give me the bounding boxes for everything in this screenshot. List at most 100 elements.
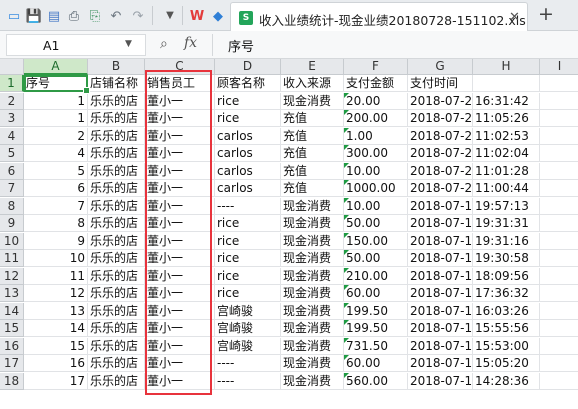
cell-b2[interactable]: 乐乐的店 [88,92,145,110]
zoom-search-icon[interactable]: ⌕ [160,36,168,52]
cell-d13[interactable]: rice [215,285,281,302]
column-header-i[interactable]: I [540,59,578,75]
cell-c10[interactable]: 董小一 [145,232,215,250]
cell-h8[interactable]: 19:57:13 [473,197,540,215]
cell-a16[interactable]: 15 [24,337,88,355]
cell-f11[interactable]: 50.00 [344,250,408,267]
cell-a3[interactable]: 1 [24,110,88,127]
cell-e2[interactable]: 现金消费 [281,92,344,110]
cell-e16[interactable]: 现金消费 [281,337,344,355]
cell-a6[interactable]: 5 [24,162,88,180]
cell-i10[interactable] [540,232,578,250]
cell-c9[interactable]: 董小一 [145,215,215,232]
cell-a14[interactable]: 13 [24,302,88,320]
chevron-down-icon[interactable]: ▼ [125,39,132,49]
row-header-13[interactable]: 13 [0,285,24,302]
cell-e12[interactable]: 现金消费 [281,267,344,285]
cell-b16[interactable]: 乐乐的店 [88,337,145,355]
cell-f6[interactable]: 10.00 [344,162,408,180]
cell-a2[interactable]: 1 [24,92,88,110]
cell-c5[interactable]: 董小一 [145,145,215,162]
cell-f15[interactable]: 199.50 [344,320,408,337]
cell-e10[interactable]: 现金消费 [281,232,344,250]
cell-d7[interactable]: carlos [215,180,281,197]
cell-h6[interactable]: 11:01:28 [473,162,540,180]
export-icon[interactable]: ⎘ [87,8,103,24]
cell-i17[interactable] [540,355,578,372]
cell-f12[interactable]: 210.00 [344,267,408,285]
cell-d14[interactable]: 宫崎骏 [215,302,281,320]
cell-a17[interactable]: 16 [24,355,88,372]
undo-icon[interactable]: ↶ [108,8,124,24]
row-header-3[interactable]: 3 [0,110,24,127]
cell-h12[interactable]: 18:09:56 [473,267,540,285]
cell-b17[interactable]: 乐乐的店 [88,355,145,372]
column-header-e[interactable]: E [281,59,344,75]
column-header-h[interactable]: H [473,59,540,75]
cell-e6[interactable]: 充值 [281,162,344,180]
cell-d15[interactable]: 宫崎骏 [215,320,281,337]
row-header-2[interactable]: 2 [0,92,24,110]
cell-b9[interactable]: 乐乐的店 [88,215,145,232]
cell-e5[interactable]: 充值 [281,145,344,162]
new-file-icon[interactable]: ▭ [6,8,22,24]
column-header-a[interactable]: A [24,59,88,75]
cell-a1[interactable]: 序号 [24,75,88,92]
cell-e3[interactable]: 充值 [281,110,344,127]
cell-f7[interactable]: 1000.00 [344,180,408,197]
cell-c17[interactable]: 董小一 [145,355,215,372]
cell-e15[interactable]: 现金消费 [281,320,344,337]
cell-g14[interactable]: 2018-07-19 [408,302,473,320]
cell-e1[interactable]: 收入来源 [281,75,344,92]
cell-h16[interactable]: 15:53:00 [473,337,540,355]
row-header-10[interactable]: 10 [0,232,24,250]
cell-a7[interactable]: 6 [24,180,88,197]
cell-f16[interactable]: 731.50 [344,337,408,355]
row-header-12[interactable]: 12 [0,267,24,285]
cell-c15[interactable]: 董小一 [145,320,215,337]
cell-b4[interactable]: 乐乐的店 [88,127,145,145]
cell-a18[interactable]: 17 [24,372,88,390]
cell-a5[interactable]: 4 [24,145,88,162]
cell-h14[interactable]: 16:03:26 [473,302,540,320]
cell-h2[interactable]: 16:31:42 [473,92,540,110]
cell-h1[interactable] [473,75,540,92]
cell-f2[interactable]: 20.00 [344,92,408,110]
cell-h10[interactable]: 19:31:16 [473,232,540,250]
cell-d10[interactable]: rice [215,232,281,250]
cell-i5[interactable] [540,145,578,162]
cell-c4[interactable]: 董小一 [145,127,215,145]
cell-i11[interactable] [540,250,578,267]
print-preview-icon[interactable]: ▤ [46,8,62,24]
cell-i7[interactable] [540,180,578,197]
row-header-7[interactable]: 7 [0,180,24,197]
cell-i6[interactable] [540,162,578,180]
select-all-corner[interactable] [0,59,24,75]
cell-g1[interactable]: 支付时间 [408,75,473,92]
cell-g3[interactable]: 2018-07-20 [408,110,473,127]
column-header-b[interactable]: B [88,59,145,75]
new-tab-button[interactable]: + [538,5,554,24]
column-header-c[interactable]: C [145,59,215,75]
cell-c11[interactable]: 董小一 [145,250,215,267]
cell-f18[interactable]: 560.00 [344,372,408,390]
cell-a13[interactable]: 12 [24,285,88,302]
row-header-11[interactable]: 11 [0,250,24,267]
cell-d3[interactable]: rice [215,110,281,127]
cell-d1[interactable]: 顾客名称 [215,75,281,92]
cell-f5[interactable]: 300.00 [344,145,408,162]
cell-c2[interactable]: 董小一 [145,92,215,110]
cell-g10[interactable]: 2018-07-19 [408,232,473,250]
cell-c12[interactable]: 董小一 [145,267,215,285]
cell-d6[interactable]: carlos [215,162,281,180]
cell-f13[interactable]: 60.00 [344,285,408,302]
name-box[interactable]: A1 ▼ [6,34,146,56]
cell-h5[interactable]: 11:02:04 [473,145,540,162]
cell-f17[interactable]: 60.00 [344,355,408,372]
cell-i9[interactable] [540,215,578,232]
cell-e17[interactable]: 现金消费 [281,355,344,372]
cell-a12[interactable]: 11 [24,267,88,285]
column-header-d[interactable]: D [215,59,281,75]
wps-logo-icon[interactable]: W [189,8,205,24]
cell-i15[interactable] [540,320,578,337]
